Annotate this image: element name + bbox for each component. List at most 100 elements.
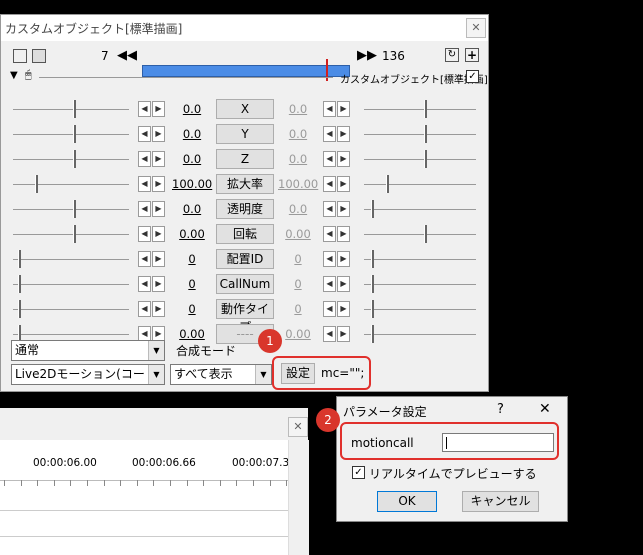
decrement-icon[interactable]: ◀ bbox=[138, 276, 151, 292]
timeline-close-icon[interactable]: ✕ bbox=[288, 417, 308, 437]
increment-icon[interactable]: ▶ bbox=[152, 151, 165, 167]
end-slider[interactable] bbox=[371, 275, 374, 293]
increment-icon[interactable]: ▶ bbox=[152, 276, 165, 292]
end-stepper[interactable]: ◀ ▶ bbox=[323, 301, 351, 317]
start-value[interactable]: 0.0 bbox=[172, 202, 212, 216]
param-button[interactable]: 回転 bbox=[216, 224, 274, 244]
decrement-icon[interactable]: ◀ bbox=[138, 151, 151, 167]
decrement-icon[interactable]: ◀ bbox=[323, 226, 336, 242]
end-slider[interactable] bbox=[424, 100, 427, 118]
end-stepper[interactable]: ◀ ▶ bbox=[323, 226, 351, 242]
window-title-bar[interactable]: カスタムオブジェクト[標準描画] ✕ bbox=[1, 15, 488, 41]
start-slider[interactable] bbox=[18, 275, 21, 293]
decrement-icon[interactable]: ◀ bbox=[138, 126, 151, 142]
increment-icon[interactable]: ▶ bbox=[152, 201, 165, 217]
start-value[interactable]: 0.0 bbox=[172, 152, 212, 166]
end-value[interactable]: 0 bbox=[278, 252, 318, 266]
param-button[interactable]: 透明度 bbox=[216, 199, 274, 219]
script-select[interactable]: Live2Dモーション(コード)@Live ▼ bbox=[11, 364, 165, 385]
start-stepper[interactable]: ◀ ▶ bbox=[138, 101, 166, 117]
end-stepper[interactable]: ◀ ▶ bbox=[323, 251, 351, 267]
prev-frame-icon[interactable]: ◀◀ bbox=[117, 48, 137, 63]
start-stepper[interactable]: ◀ ▶ bbox=[138, 201, 166, 217]
decrement-icon[interactable]: ◀ bbox=[138, 176, 151, 192]
end-slider[interactable] bbox=[424, 225, 427, 243]
decrement-icon[interactable]: ◀ bbox=[138, 226, 151, 242]
start-slider[interactable] bbox=[18, 300, 21, 318]
frame-range-bar[interactable] bbox=[142, 65, 350, 77]
object-enable-checkbox[interactable]: ✓ bbox=[466, 70, 479, 83]
decrement-icon[interactable]: ◀ bbox=[323, 251, 336, 267]
end-stepper[interactable]: ◀ ▶ bbox=[323, 151, 351, 167]
increment-icon[interactable]: ▶ bbox=[337, 201, 350, 217]
end-slider[interactable] bbox=[371, 250, 374, 268]
increment-icon[interactable]: ▶ bbox=[337, 251, 350, 267]
increment-icon[interactable]: ▶ bbox=[152, 126, 165, 142]
increment-icon[interactable]: ▶ bbox=[152, 301, 165, 317]
start-value[interactable]: 0.00 bbox=[172, 327, 212, 341]
end-value[interactable]: 0.00 bbox=[278, 227, 318, 241]
help-icon[interactable]: ? bbox=[497, 402, 504, 417]
end-value[interactable]: 0.0 bbox=[278, 102, 318, 116]
param-button[interactable]: 動作タイプ bbox=[216, 299, 274, 334]
decrement-icon[interactable]: ◀ bbox=[138, 201, 151, 217]
param-button[interactable]: 拡大率 bbox=[216, 174, 274, 194]
end-stepper[interactable]: ◀ ▶ bbox=[323, 176, 351, 192]
start-value[interactable]: 0 bbox=[172, 302, 212, 316]
param-button[interactable]: 配置ID bbox=[216, 249, 274, 269]
start-stepper[interactable]: ◀ ▶ bbox=[138, 251, 166, 267]
decrement-icon[interactable]: ◀ bbox=[323, 276, 336, 292]
timeline-scrollbar[interactable] bbox=[288, 440, 309, 555]
param-button[interactable]: CallNum bbox=[216, 274, 274, 294]
decrement-icon[interactable]: ◀ bbox=[323, 301, 336, 317]
dialog-close-icon[interactable]: ✕ bbox=[539, 401, 551, 417]
start-value[interactable]: 0 bbox=[172, 252, 212, 266]
realtime-preview-checkbox[interactable]: ✓ bbox=[352, 466, 365, 479]
start-stepper[interactable]: ◀ ▶ bbox=[138, 176, 166, 192]
decrement-icon[interactable]: ◀ bbox=[138, 101, 151, 117]
start-stepper[interactable]: ◀ ▶ bbox=[138, 226, 166, 242]
end-stepper[interactable]: ◀ ▶ bbox=[323, 126, 351, 142]
end-value[interactable]: 0.0 bbox=[278, 202, 318, 216]
increment-icon[interactable]: ▶ bbox=[152, 226, 165, 242]
end-value[interactable]: 0 bbox=[278, 302, 318, 316]
blend-mode-select[interactable]: 通常 ▼ bbox=[11, 340, 165, 361]
end-slider[interactable] bbox=[386, 175, 389, 193]
end-stepper[interactable]: ◀ ▶ bbox=[323, 101, 351, 117]
end-value[interactable]: 0 bbox=[278, 277, 318, 291]
video-icon[interactable] bbox=[13, 49, 27, 63]
param-button[interactable]: Y bbox=[216, 124, 274, 144]
next-frame-icon[interactable]: ▶▶ bbox=[357, 48, 377, 63]
end-slider[interactable] bbox=[371, 300, 374, 318]
decrement-icon[interactable]: ◀ bbox=[138, 301, 151, 317]
image-icon[interactable] bbox=[32, 49, 46, 63]
increment-icon[interactable]: ▶ bbox=[337, 101, 350, 117]
start-stepper[interactable]: ◀ ▶ bbox=[138, 126, 166, 142]
increment-icon[interactable]: ▶ bbox=[337, 276, 350, 292]
increment-icon[interactable]: ▶ bbox=[337, 326, 350, 342]
end-stepper[interactable]: ◀ ▶ bbox=[323, 276, 351, 292]
end-slider[interactable] bbox=[424, 150, 427, 168]
start-stepper[interactable]: ◀ ▶ bbox=[138, 301, 166, 317]
ok-button[interactable]: OK bbox=[377, 491, 437, 512]
decrement-icon[interactable]: ◀ bbox=[323, 201, 336, 217]
end-slider[interactable] bbox=[424, 125, 427, 143]
start-value[interactable]: 0.0 bbox=[172, 127, 212, 141]
start-value[interactable]: 0.0 bbox=[172, 102, 212, 116]
start-stepper[interactable]: ◀ ▶ bbox=[138, 276, 166, 292]
increment-icon[interactable]: ▶ bbox=[152, 176, 165, 192]
decrement-icon[interactable]: ◀ bbox=[323, 176, 336, 192]
start-slider[interactable] bbox=[35, 175, 38, 193]
param-button[interactable]: X bbox=[216, 99, 274, 119]
param-button[interactable]: Z bbox=[216, 149, 274, 169]
start-value[interactable]: 0.00 bbox=[172, 227, 212, 241]
end-slider[interactable] bbox=[371, 325, 374, 343]
increment-icon[interactable]: ▶ bbox=[337, 226, 350, 242]
increment-icon[interactable]: ▶ bbox=[337, 126, 350, 142]
start-slider[interactable] bbox=[73, 100, 76, 118]
start-value[interactable]: 0 bbox=[172, 277, 212, 291]
decrement-icon[interactable]: ◀ bbox=[138, 251, 151, 267]
start-value[interactable]: 100.00 bbox=[172, 177, 212, 191]
decrement-icon[interactable]: ◀ bbox=[323, 151, 336, 167]
end-value[interactable]: 0.0 bbox=[278, 152, 318, 166]
